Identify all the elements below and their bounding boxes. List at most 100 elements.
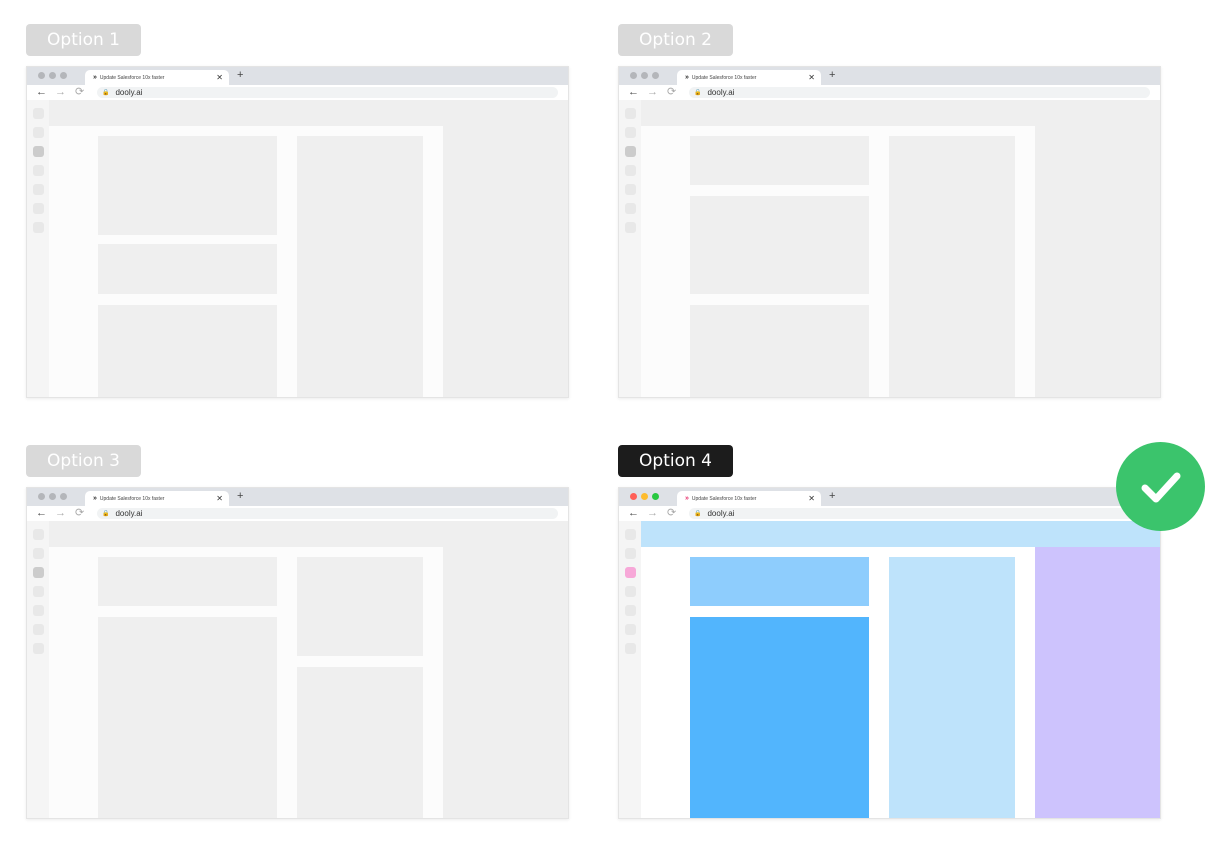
extension-rail	[619, 521, 641, 818]
tab-title: Update Salesforce 10x faster	[99, 495, 165, 502]
option-2-card[interactable]: Option 2 » Update Salesforce 10x faster …	[618, 24, 1161, 400]
url-text: dooly.ai	[707, 509, 735, 518]
close-window-dot	[38, 493, 45, 500]
option-2-label[interactable]: Option 2	[618, 24, 733, 56]
page-content-area	[641, 100, 1160, 397]
rail-icon	[33, 548, 44, 559]
extension-rail	[619, 100, 641, 397]
window-controls	[38, 493, 67, 500]
url-field: 🔒 dooly.ai	[689, 508, 1150, 519]
rail-icon	[33, 108, 44, 119]
tab-title: Update Salesforce 10x faster	[691, 74, 757, 81]
checkmark-glyph	[1141, 472, 1180, 502]
layout-block	[98, 617, 277, 818]
rail-icon	[625, 108, 636, 119]
rail-icon	[625, 605, 636, 616]
forward-arrow-icon: →	[647, 507, 658, 519]
new-tab-icon: +	[237, 490, 244, 502]
rail-icon	[625, 127, 636, 138]
back-arrow-icon: ←	[628, 507, 639, 519]
page-canvas	[49, 126, 443, 397]
tab-close-icon: ✕	[808, 73, 815, 82]
rail-icon-active	[625, 567, 636, 578]
browser-window-mockup: » Update Salesforce 10x faster ✕ + ← → ⟳…	[618, 487, 1161, 819]
option-4-label[interactable]: Option 4	[618, 445, 733, 477]
minimize-window-dot	[49, 493, 56, 500]
browser-tab-bar: » Update Salesforce 10x faster ✕ +	[27, 67, 568, 85]
layout-block	[98, 136, 277, 235]
lock-icon: 🔒	[694, 90, 702, 96]
reload-icon: ⟳	[667, 86, 677, 98]
new-tab-icon: +	[829, 490, 836, 502]
rail-icon	[625, 165, 636, 176]
layout-block	[690, 196, 869, 294]
url-field: 🔒 dooly.ai	[97, 508, 558, 519]
rail-icon	[625, 203, 636, 214]
browser-tab-bar: » Update Salesforce 10x faster ✕ +	[619, 67, 1160, 85]
rail-icon	[33, 165, 44, 176]
lock-icon: 🔒	[102, 90, 110, 96]
minimize-window-dot	[641, 72, 648, 79]
rail-icon	[33, 127, 44, 138]
address-bar: ← → ⟳ 🔒 dooly.ai	[27, 506, 568, 521]
window-controls	[630, 493, 659, 500]
page-canvas	[49, 547, 443, 818]
tab-close-icon: ✕	[216, 494, 223, 503]
header-block	[690, 557, 869, 606]
option-4-card[interactable]: Option 4 » Update Salesforce 10x faster …	[618, 445, 1161, 821]
browser-tab-bar: » Update Salesforce 10x faster ✕ +	[27, 488, 568, 506]
page-content-area	[49, 521, 568, 818]
rail-icon	[625, 184, 636, 195]
dooly-logo-icon: »	[93, 495, 97, 502]
checkmark-icon	[1116, 442, 1205, 531]
close-window-dot	[630, 493, 637, 500]
rail-icon	[33, 586, 44, 597]
option-1-card[interactable]: Option 1 » Update Salesforce 10x faster …	[26, 24, 569, 400]
dooly-logo-icon: »	[685, 74, 689, 81]
forward-arrow-icon: →	[55, 86, 66, 98]
extension-rail	[27, 100, 49, 397]
tab-close-icon: ✕	[808, 494, 815, 503]
rail-icon-active	[625, 146, 636, 157]
minimize-window-dot	[641, 493, 648, 500]
main-block	[690, 617, 869, 818]
page-content-area	[641, 521, 1160, 818]
lock-icon: 🔒	[102, 511, 110, 517]
rail-icon	[33, 222, 44, 233]
back-arrow-icon: ←	[36, 86, 47, 98]
browser-tab: » Update Salesforce 10x faster ✕	[677, 70, 821, 85]
layout-block	[98, 557, 277, 606]
page-canvas	[641, 547, 1035, 818]
url-text: dooly.ai	[115, 509, 143, 518]
rail-icon	[625, 529, 636, 540]
layout-column	[297, 136, 423, 397]
browser-tab: » Update Salesforce 10x faster ✕	[677, 491, 821, 506]
tab-close-icon: ✕	[216, 73, 223, 82]
url-text: dooly.ai	[115, 88, 143, 97]
reload-icon: ⟳	[75, 507, 85, 519]
browser-tab-bar: » Update Salesforce 10x faster ✕ +	[619, 488, 1160, 506]
tab-title: Update Salesforce 10x faster	[99, 74, 165, 81]
rail-icon	[33, 184, 44, 195]
layout-block	[98, 305, 277, 397]
rail-icon	[33, 605, 44, 616]
page-content-area	[49, 100, 568, 397]
layout-column	[889, 136, 1015, 397]
option-3-card[interactable]: Option 3 » Update Salesforce 10x faster …	[26, 445, 569, 821]
minimize-window-dot	[49, 72, 56, 79]
option-3-label[interactable]: Option 3	[26, 445, 141, 477]
lock-icon: 🔒	[694, 511, 702, 517]
rail-icon	[33, 203, 44, 214]
url-field: 🔒 dooly.ai	[97, 87, 558, 98]
reload-icon: ⟳	[667, 507, 677, 519]
layout-column	[889, 557, 1015, 818]
close-window-dot	[630, 72, 637, 79]
new-tab-icon: +	[829, 69, 836, 81]
maximize-window-dot	[60, 72, 67, 79]
url-text: dooly.ai	[707, 88, 735, 97]
browser-tab: » Update Salesforce 10x faster ✕	[85, 70, 229, 85]
maximize-window-dot	[652, 493, 659, 500]
option-1-label[interactable]: Option 1	[26, 24, 141, 56]
reload-icon: ⟳	[75, 86, 85, 98]
page-canvas	[641, 126, 1035, 397]
